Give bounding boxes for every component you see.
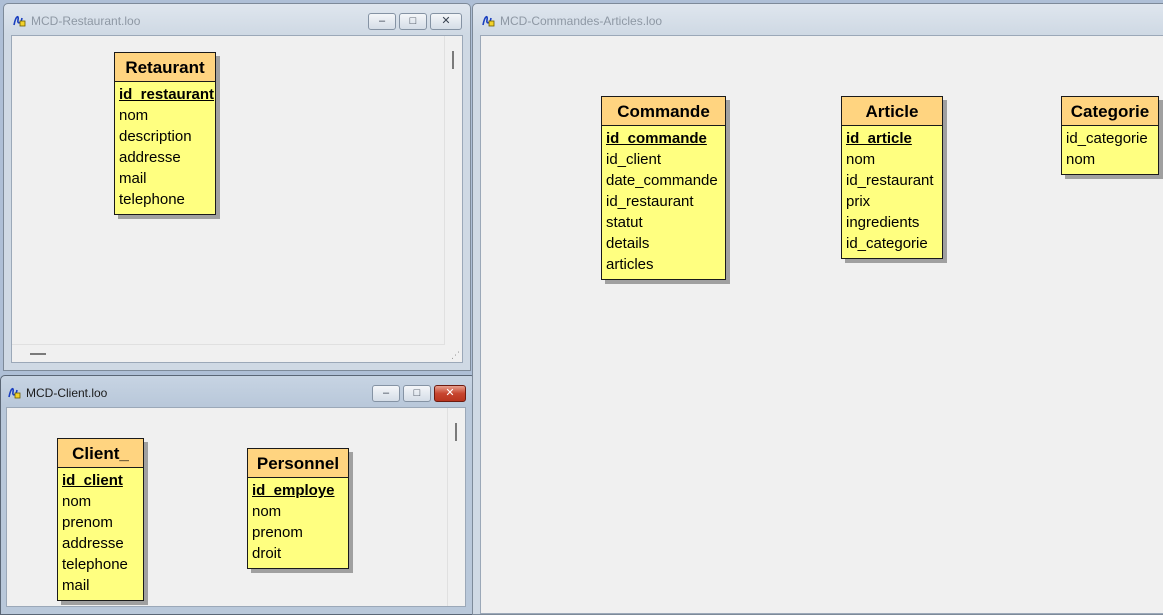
entity-title: Personnel (248, 449, 348, 478)
entity-attribute: addresse (62, 535, 124, 552)
entity-attribute: mail (119, 170, 147, 187)
titlebar-client[interactable]: MCD-Client.loo – □ ✕ (1, 376, 475, 406)
looping-app-icon (13, 15, 26, 27)
entity-attribute: mail (62, 577, 90, 594)
entity-attribute: id_categorie (846, 235, 928, 252)
vertical-scrollbar[interactable] (447, 408, 465, 606)
diagram-canvas[interactable]: Retaurant id_restaurant nom description … (11, 35, 463, 363)
entity-attribute: droit (252, 545, 282, 562)
entity-attribute: date_commande (606, 172, 718, 189)
window-title: MCD-Restaurant.loo (31, 14, 141, 28)
entity-article[interactable]: Article id_article nom id_restaurant pri… (841, 96, 943, 259)
entity-attribute: prenom (62, 514, 113, 531)
close-button[interactable]: ✕ (430, 13, 462, 30)
minimize-icon: – (378, 15, 386, 27)
window-title: MCD-Client.loo (26, 386, 108, 400)
looping-app-icon (8, 387, 21, 399)
diagram-canvas[interactable]: Commande id_commande id_client date_comm… (480, 35, 1163, 614)
entity-attribute: nom (1066, 151, 1096, 168)
entity-attribute: id_client (606, 151, 662, 168)
minimize-button[interactable]: – (368, 13, 396, 30)
entity-categorie[interactable]: Categorie id_categorie nom (1061, 96, 1159, 175)
entity-title: Client_ (58, 439, 143, 468)
scroll-thumb[interactable] (455, 423, 457, 441)
entity-attribute: prix (846, 193, 871, 210)
entity-personnel[interactable]: Personnel id_employe nom prenom droit (247, 448, 349, 569)
entity-attribute-key: id_restaurant (119, 86, 215, 103)
window-commandes[interactable]: MCD-Commandes-Articles.loo Commande id_c… (472, 3, 1163, 615)
close-icon: ✕ (445, 387, 455, 399)
entity-title: Article (842, 97, 942, 126)
entity-attribute-key: id_commande (606, 130, 707, 147)
titlebar-commandes[interactable]: MCD-Commandes-Articles.loo (473, 4, 1163, 34)
window-client[interactable]: MCD-Client.loo – □ ✕ Client_ id_client n… (0, 375, 476, 615)
entity-attribute: description (119, 128, 192, 145)
entity-attribute: prenom (252, 524, 303, 541)
entity-attribute: details (606, 235, 650, 252)
window-restaurant[interactable]: MCD-Restaurant.loo – □ ✕ Retaurant id_re… (3, 3, 471, 371)
entity-attribute: id_restaurant (606, 193, 694, 210)
maximize-icon: □ (413, 387, 421, 399)
entity-title: Categorie (1062, 97, 1158, 126)
entity-attribute: nom (252, 503, 282, 520)
entity-attribute: id_restaurant (846, 172, 934, 189)
entity-title: Retaurant (115, 53, 215, 82)
maximize-button[interactable]: □ (399, 13, 427, 30)
diagram-canvas[interactable]: Client_ id_client nom prenom addresse te… (6, 407, 466, 607)
resize-grip-icon[interactable]: ⋰ (450, 350, 460, 360)
entity-attribute: nom (62, 493, 92, 510)
close-button[interactable]: ✕ (434, 385, 466, 402)
looping-app-icon (482, 15, 495, 27)
entity-attribute: id_categorie (1066, 130, 1148, 147)
entity-attribute-key: id_employe (252, 482, 335, 499)
titlebar-restaurant[interactable]: MCD-Restaurant.loo – □ ✕ (4, 4, 470, 34)
entity-attribute: telephone (119, 191, 185, 208)
entity-attribute: telephone (62, 556, 128, 573)
entity-attribute: nom (846, 151, 876, 168)
entity-attribute: nom (119, 107, 149, 124)
entity-attribute-key: id_client (62, 472, 123, 489)
entity-retaurant[interactable]: Retaurant id_restaurant nom description … (114, 52, 216, 215)
horizontal-scrollbar[interactable] (12, 344, 445, 362)
maximize-button[interactable]: □ (403, 385, 431, 402)
entity-client[interactable]: Client_ id_client nom prenom addresse te… (57, 438, 144, 601)
close-icon: ✕ (441, 15, 451, 27)
entity-attribute-key: id_article (846, 130, 912, 147)
entity-attribute: articles (606, 256, 654, 273)
window-title: MCD-Commandes-Articles.loo (500, 14, 663, 28)
entity-attribute: addresse (119, 149, 181, 166)
entity-attribute: statut (606, 214, 643, 231)
scroll-thumb[interactable] (452, 51, 454, 69)
minimize-button[interactable]: – (372, 385, 400, 402)
scroll-thumb[interactable] (30, 353, 46, 355)
minimize-icon: – (382, 387, 390, 399)
entity-attribute: ingredients (846, 214, 920, 231)
vertical-scrollbar[interactable] (444, 36, 462, 345)
entity-commande[interactable]: Commande id_commande id_client date_comm… (601, 96, 726, 280)
maximize-icon: □ (409, 15, 417, 27)
entity-title: Commande (602, 97, 725, 126)
